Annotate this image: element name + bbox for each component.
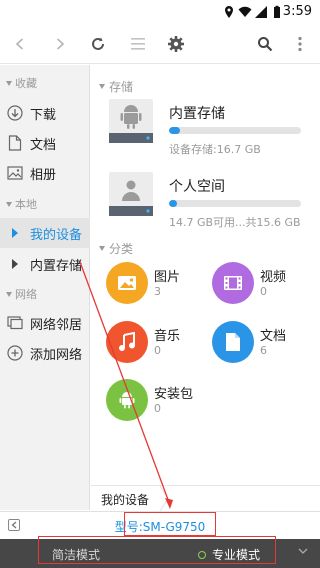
status-time: 3:59 [282,4,312,19]
category-music[interactable]: 音乐 0 [106,321,216,367]
more-button[interactable] [288,32,312,56]
storage-thumbnail [109,99,153,143]
storage-name: 内置存储 [169,106,225,122]
category-count: 0 [154,402,161,415]
storage-thumbnail [109,172,153,216]
search-icon [258,37,273,52]
sidebar-item-download[interactable]: 下载 [0,98,90,128]
sidebar-item-label: 内置存储 [30,258,83,274]
storage-info: 设备存储:16.7 GB [169,143,261,156]
chevron-down-icon[interactable] [298,548,308,554]
signal-icon [255,6,267,18]
list-view-button[interactable] [126,32,150,56]
image-icon [6,164,24,182]
category-label: 图片 [154,270,181,285]
download-icon [6,104,24,122]
storage-usage-fill [169,200,177,207]
document-icon [226,333,240,351]
category-count: 6 [260,344,267,357]
refresh-icon [92,37,104,50]
category-count: 3 [154,285,161,298]
storage-name: 个人空间 [169,179,225,195]
back-button[interactable] [8,32,32,56]
sidebar-item-label: 网络邻居 [30,317,83,333]
picture-icon [118,276,136,290]
network-icon [6,314,24,332]
sidebar-item-label: 下载 [30,107,57,123]
film-icon [224,276,242,290]
search-button[interactable] [253,32,277,56]
status-bar: 3:59 [0,0,320,24]
sidebar-item-internal-storage[interactable]: 内置存储 [0,249,90,279]
sidebar-item-album[interactable]: 相册 [0,158,90,188]
sidebar-item-network-neighbors[interactable]: 网络邻居 [0,308,90,338]
category-apks[interactable]: 安装包 0 [106,379,216,425]
storage-usage-fill [169,127,180,134]
path-bar: 我的设备 [91,485,320,511]
category-label: 安装包 [154,387,194,402]
triangle-right-icon [6,255,24,273]
add-circle-icon [6,344,24,362]
list-icon [131,38,145,50]
forward-button[interactable] [48,32,72,56]
category-icon-circle [106,262,148,304]
sidebar-item-label: 我的设备 [30,227,83,243]
breadcrumb-separator [159,486,169,511]
music-note-icon [119,332,135,351]
storage-usage-bar [169,200,301,207]
category-icon-circle [212,262,254,304]
category-label: 文档 [260,329,287,344]
category-section-header[interactable]: 分类 [99,240,133,257]
annotation-box-model [124,512,216,536]
sidebar-item-documents[interactable]: 文档 [0,128,90,158]
sidebar-section-local[interactable]: 本地 [6,196,37,212]
user-icon [109,180,153,216]
android-icon [119,392,135,409]
category-videos[interactable]: 视频 0 [212,262,320,308]
storage-info: 14.7 GB可用...共15.6 GB [169,216,301,229]
toolbar [0,24,320,64]
location-icon [225,6,233,18]
sidebar: 收藏 下载 文档 相册 本地 我的设备 内置存储 网络 网络邻居 添加网络 [0,65,90,510]
sidebar-item-label: 相册 [30,167,57,183]
sidebar-item-my-device[interactable]: 我的设备 [0,218,90,248]
category-icon-circle [106,321,148,363]
category-count: 0 [154,344,161,357]
refresh-button[interactable] [86,32,110,56]
sidebar-item-add-network[interactable]: 添加网络 [0,338,90,368]
annotation-box-mode-bar [38,536,276,564]
category-count: 0 [260,285,267,298]
document-icon [6,134,24,152]
sidebar-item-label: 添加网络 [30,347,83,363]
chevron-right-icon [56,38,65,50]
storage-section-header[interactable]: 存储 [99,78,133,95]
storage-item-personal[interactable]: 个人空间 14.7 GB可用...共15.6 GB [109,172,309,238]
android-icon [109,105,153,143]
gear-icon [168,36,184,52]
category-icon-circle [212,321,254,363]
wifi-icon [238,6,252,17]
category-pictures[interactable]: 图片 3 [106,262,216,308]
category-label: 音乐 [154,329,181,344]
category-label: 视频 [260,270,287,285]
triangle-right-icon [6,224,24,242]
settings-button[interactable] [164,32,188,56]
sidebar-item-label: 文档 [30,137,57,153]
storage-usage-bar [169,127,301,134]
chevron-left-icon [15,38,24,50]
category-documents[interactable]: 文档 6 [212,321,320,367]
more-vertical-icon [298,36,302,52]
storage-item-internal[interactable]: 内置存储 设备存储:16.7 GB [109,99,309,165]
sidebar-section-favorites[interactable]: 收藏 [6,75,37,91]
breadcrumb[interactable]: 我的设备 [101,491,149,508]
category-icon-circle [106,379,148,421]
sidebar-section-network[interactable]: 网络 [6,286,37,302]
main-content: 存储 内置存储 设备存储:16.7 GB 个人空间 14.7 GB可用...共1… [91,65,320,485]
